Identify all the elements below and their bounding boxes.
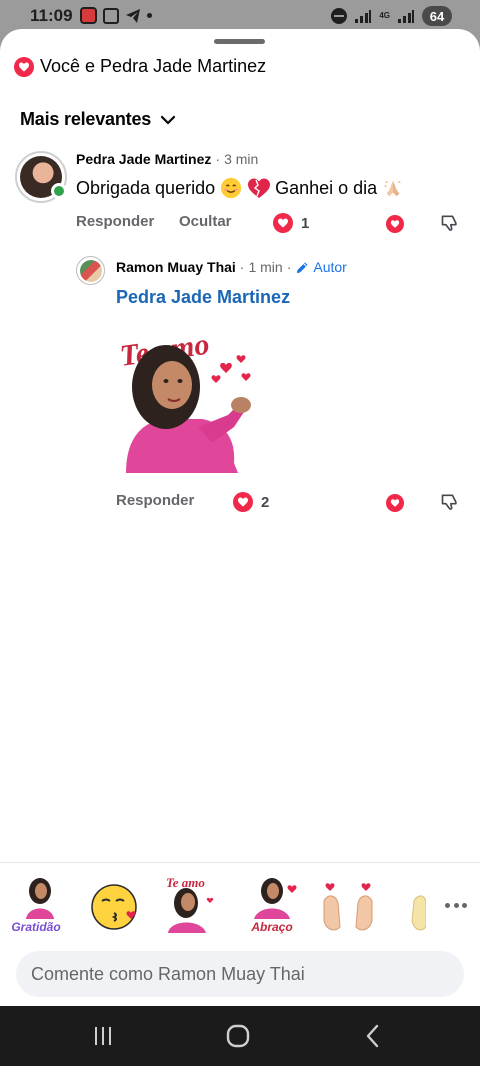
home-icon[interactable] (225, 1023, 251, 1049)
comment-time[interactable]: 3 min (224, 151, 258, 167)
svg-text:Te amo: Te amo (166, 875, 205, 890)
battery-icon: 64 (422, 6, 452, 26)
reaction-count: 1 (301, 214, 310, 232)
thumbs-down-icon[interactable] (440, 492, 460, 512)
more-dot (453, 902, 459, 908)
smiling-face-emoji-icon (219, 176, 243, 200)
partial-sticker[interactable] (400, 871, 426, 941)
partial-sticker-icon (411, 895, 426, 931)
sheet-drag-handle[interactable] (214, 39, 265, 44)
love-reaction-icon (233, 492, 253, 512)
kissing-face-icon (91, 884, 137, 930)
comment-author[interactable]: Pedra Jade Martinez (76, 151, 211, 167)
author-badge: Autor (295, 259, 347, 275)
status-bar: 11:09 4G 64 (0, 0, 480, 32)
love-reaction-icon (273, 213, 293, 233)
network-type: 4G (379, 11, 390, 20)
do-not-disturb-icon (331, 8, 348, 24)
dot-icon (147, 13, 152, 18)
status-notification-icons (80, 7, 152, 24)
more-stickers-button[interactable] (440, 895, 472, 915)
reactions-comments-sheet: Você e Pedra Jade Martinez Mais relevant… (0, 29, 480, 1006)
mention-link[interactable]: Pedra Jade Martinez (116, 287, 290, 308)
heart-reaction-icon (14, 56, 34, 77)
svg-text:Gratidão: Gratidão (11, 920, 60, 934)
gratidao-sticker-icon: Gratidão (11, 878, 61, 934)
reaction-count: 2 (261, 493, 270, 511)
tray-divider (0, 862, 480, 863)
reaction-summary[interactable]: 1 (273, 213, 309, 233)
separator-dot: · (286, 259, 292, 275)
reply-button[interactable]: Responder (76, 213, 154, 230)
separator-dot: · (215, 151, 221, 167)
reply-avatar[interactable] (76, 256, 105, 285)
chevron-down-icon (160, 115, 176, 124)
more-dot (445, 902, 450, 908)
folded-hands-emoji-icon (381, 176, 405, 200)
system-navigation-bar (0, 1006, 480, 1066)
reply-meta: Ramon Muay Thai · 1 min · Autor (116, 259, 347, 275)
heart-with-bandage-emoji-icon (247, 176, 271, 200)
te-amo-sticker[interactable]: Te amo (162, 871, 226, 941)
comment-text-start: Obrigada querido (76, 177, 216, 198)
status-system-icons: 4G 64 (331, 6, 452, 26)
comment-text: Obrigada querido Ganhei o dia (76, 176, 405, 200)
reply-avatar-image (79, 259, 102, 282)
te-amo-sticker-image[interactable]: Te amo (116, 323, 266, 483)
author-badge-label: Autor (313, 259, 347, 275)
reply-reaction-summary[interactable]: 2 (233, 492, 269, 512)
finger-heart-icon (323, 883, 373, 931)
sticker-tray: Gratidão Te amo Abraço (0, 871, 480, 947)
finger-heart-sticker[interactable] (318, 871, 382, 941)
sheet-header: Você e Pedra Jade Martinez (14, 56, 266, 77)
heart-icon (390, 220, 400, 228)
love-react-button[interactable] (386, 215, 404, 233)
heart-icon (390, 499, 400, 507)
reply-reply-button[interactable]: Responder (116, 492, 194, 509)
comment-input[interactable] (16, 951, 464, 997)
status-time: 11:09 (30, 6, 73, 25)
screenshot-icon (103, 7, 119, 24)
separator-dot: · (239, 259, 245, 275)
reply-love-react-button[interactable] (386, 494, 404, 512)
online-status-indicator (51, 183, 67, 199)
cell-signal-icon (398, 10, 414, 23)
app-notification-icon (80, 7, 97, 24)
sort-label: Mais relevantes (20, 109, 152, 129)
sheet-title: Você e Pedra Jade Martinez (40, 56, 267, 76)
te-amo-sticker-icon: Te amo (166, 875, 214, 933)
comment-text-end: Ganhei o dia (275, 177, 378, 198)
abraco-sticker[interactable]: Abraço (240, 871, 304, 941)
abraco-sticker-icon: Abraço (250, 878, 297, 934)
more-dot (462, 902, 467, 908)
comment-meta: Pedra Jade Martinez · 3 min (76, 151, 258, 167)
sort-dropdown[interactable]: Mais relevantes (20, 109, 177, 130)
reply-author[interactable]: Ramon Muay Thai (116, 259, 236, 275)
comment-composer[interactable] (16, 951, 464, 997)
kiss-emoji-sticker[interactable] (84, 871, 148, 941)
gratidao-sticker[interactable]: Gratidão (4, 871, 68, 941)
telegram-icon (126, 8, 140, 23)
back-icon[interactable] (360, 1023, 386, 1049)
wifi-signal-icon (355, 10, 372, 23)
pencil-icon (297, 262, 308, 273)
svg-text:Abraço: Abraço (250, 920, 292, 934)
recent-apps-icon[interactable] (90, 1023, 116, 1049)
reply-time[interactable]: 1 min (248, 259, 282, 275)
hide-button[interactable]: Ocultar (179, 213, 232, 230)
thumbs-down-icon[interactable] (440, 213, 460, 233)
